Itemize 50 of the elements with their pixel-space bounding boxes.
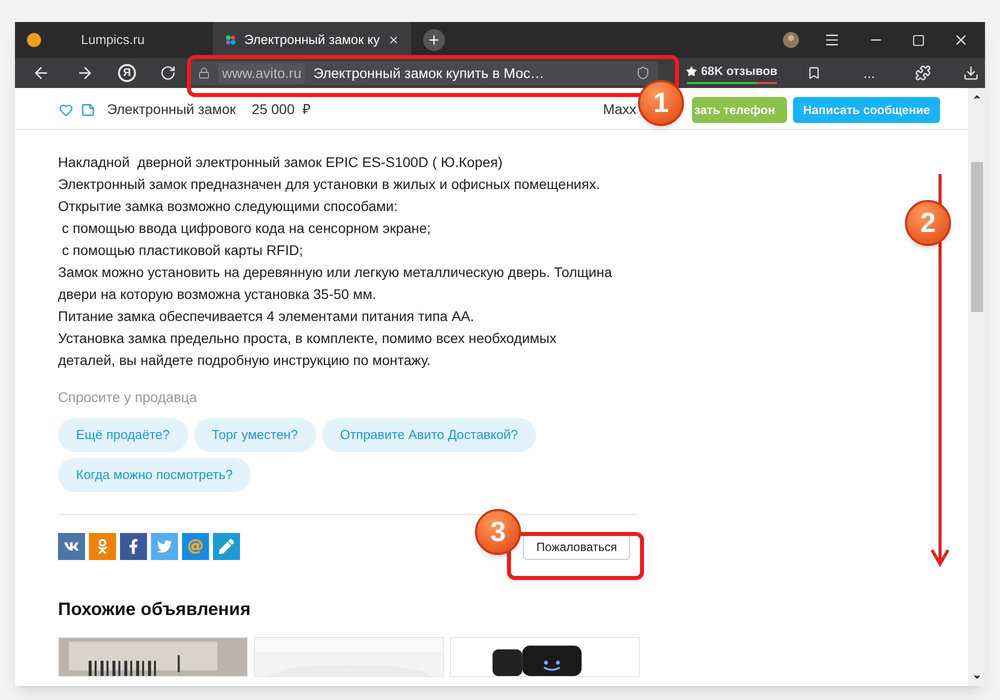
item-price: 25 000 <box>252 100 295 119</box>
maximize-icon[interactable] <box>912 34 925 46</box>
menu-icon[interactable] <box>824 32 840 48</box>
lock-icon <box>198 67 210 79</box>
section-heading: Похожие объявления <box>58 598 252 621</box>
vk-icon[interactable] <box>58 533 85 560</box>
description-line: Накладной дверной электронный замок EPIC ES-S100D ( Ю.Корея) <box>58 153 504 172</box>
page-title: Электронный замок купить в Мос… <box>313 64 546 83</box>
note-icon[interactable] <box>81 102 95 116</box>
plus-icon <box>427 33 441 47</box>
new-tab-button[interactable] <box>423 29 445 51</box>
reviews-button[interactable]: 68K отзывов <box>686 62 778 84</box>
description-line: Питание замка обеспечивается 4 элементами питания типа АА. <box>58 307 476 326</box>
download-icon[interactable] <box>963 65 980 81</box>
home-button[interactable]: Я <box>118 64 136 82</box>
more-button[interactable]: ... <box>863 62 876 84</box>
description-line: с помощью пластиковой карты RFID; <box>60 241 304 260</box>
description-line: с помощью ввода цифрового кода на сенсорном экране; <box>60 219 432 238</box>
bookmark-icon[interactable] <box>807 66 822 80</box>
shield-icon[interactable] <box>636 66 650 80</box>
puzzle-icon[interactable] <box>915 65 932 81</box>
browser-tab[interactable]: Электронный замок ку <box>213 22 411 58</box>
ask-seller-label: Спросите у продавца <box>58 388 198 407</box>
facebook-icon[interactable] <box>120 533 147 560</box>
forward-icon[interactable] <box>76 64 94 82</box>
pencil-icon[interactable] <box>213 533 240 560</box>
reload-icon[interactable] <box>160 65 176 81</box>
description-line: деталей, вы найдете подробную инструкцию по монтажу. <box>58 351 432 370</box>
reviews-label: 68K отзывов <box>701 63 778 80</box>
favicon-icon <box>225 33 236 47</box>
tab-title: Lumpics.ru <box>81 31 146 50</box>
scrollbar[interactable] <box>968 88 985 686</box>
back-icon[interactable] <box>32 64 50 82</box>
description-line: Замок можно установить на деревянную или легкую металлическую дверь. Толщина <box>58 263 613 282</box>
heart-icon[interactable] <box>59 102 73 116</box>
favicon-icon <box>27 33 41 47</box>
seller-name: Maxx <box>602 100 636 119</box>
address-bar[interactable]: www.avito.ru Электронный замок купить в Мос… <box>190 61 658 85</box>
tab-title: Электронный замок ку <box>244 31 380 50</box>
url-host: www.avito.ru <box>218 62 306 84</box>
description-line: Открытие замка возможно следующими способами: <box>58 197 399 216</box>
description-line: двери на которую возможна установка 35-50 мм. <box>58 285 378 304</box>
currency-sign: ₽ <box>302 100 311 119</box>
profile-icon[interactable] <box>782 31 800 49</box>
star-icon <box>686 66 697 76</box>
item-title: Электронный замок <box>107 100 236 119</box>
description-line: Установка замка предельно проста, в комплекте, помимо всех необходимых <box>58 329 558 348</box>
scrollbar-thumb[interactable] <box>970 162 982 312</box>
description-line: Электронный замок предназначен для установки в жилых и офисных помещениях. <box>58 175 601 194</box>
browser-tab[interactable]: Lumpics.ru <box>15 22 213 58</box>
